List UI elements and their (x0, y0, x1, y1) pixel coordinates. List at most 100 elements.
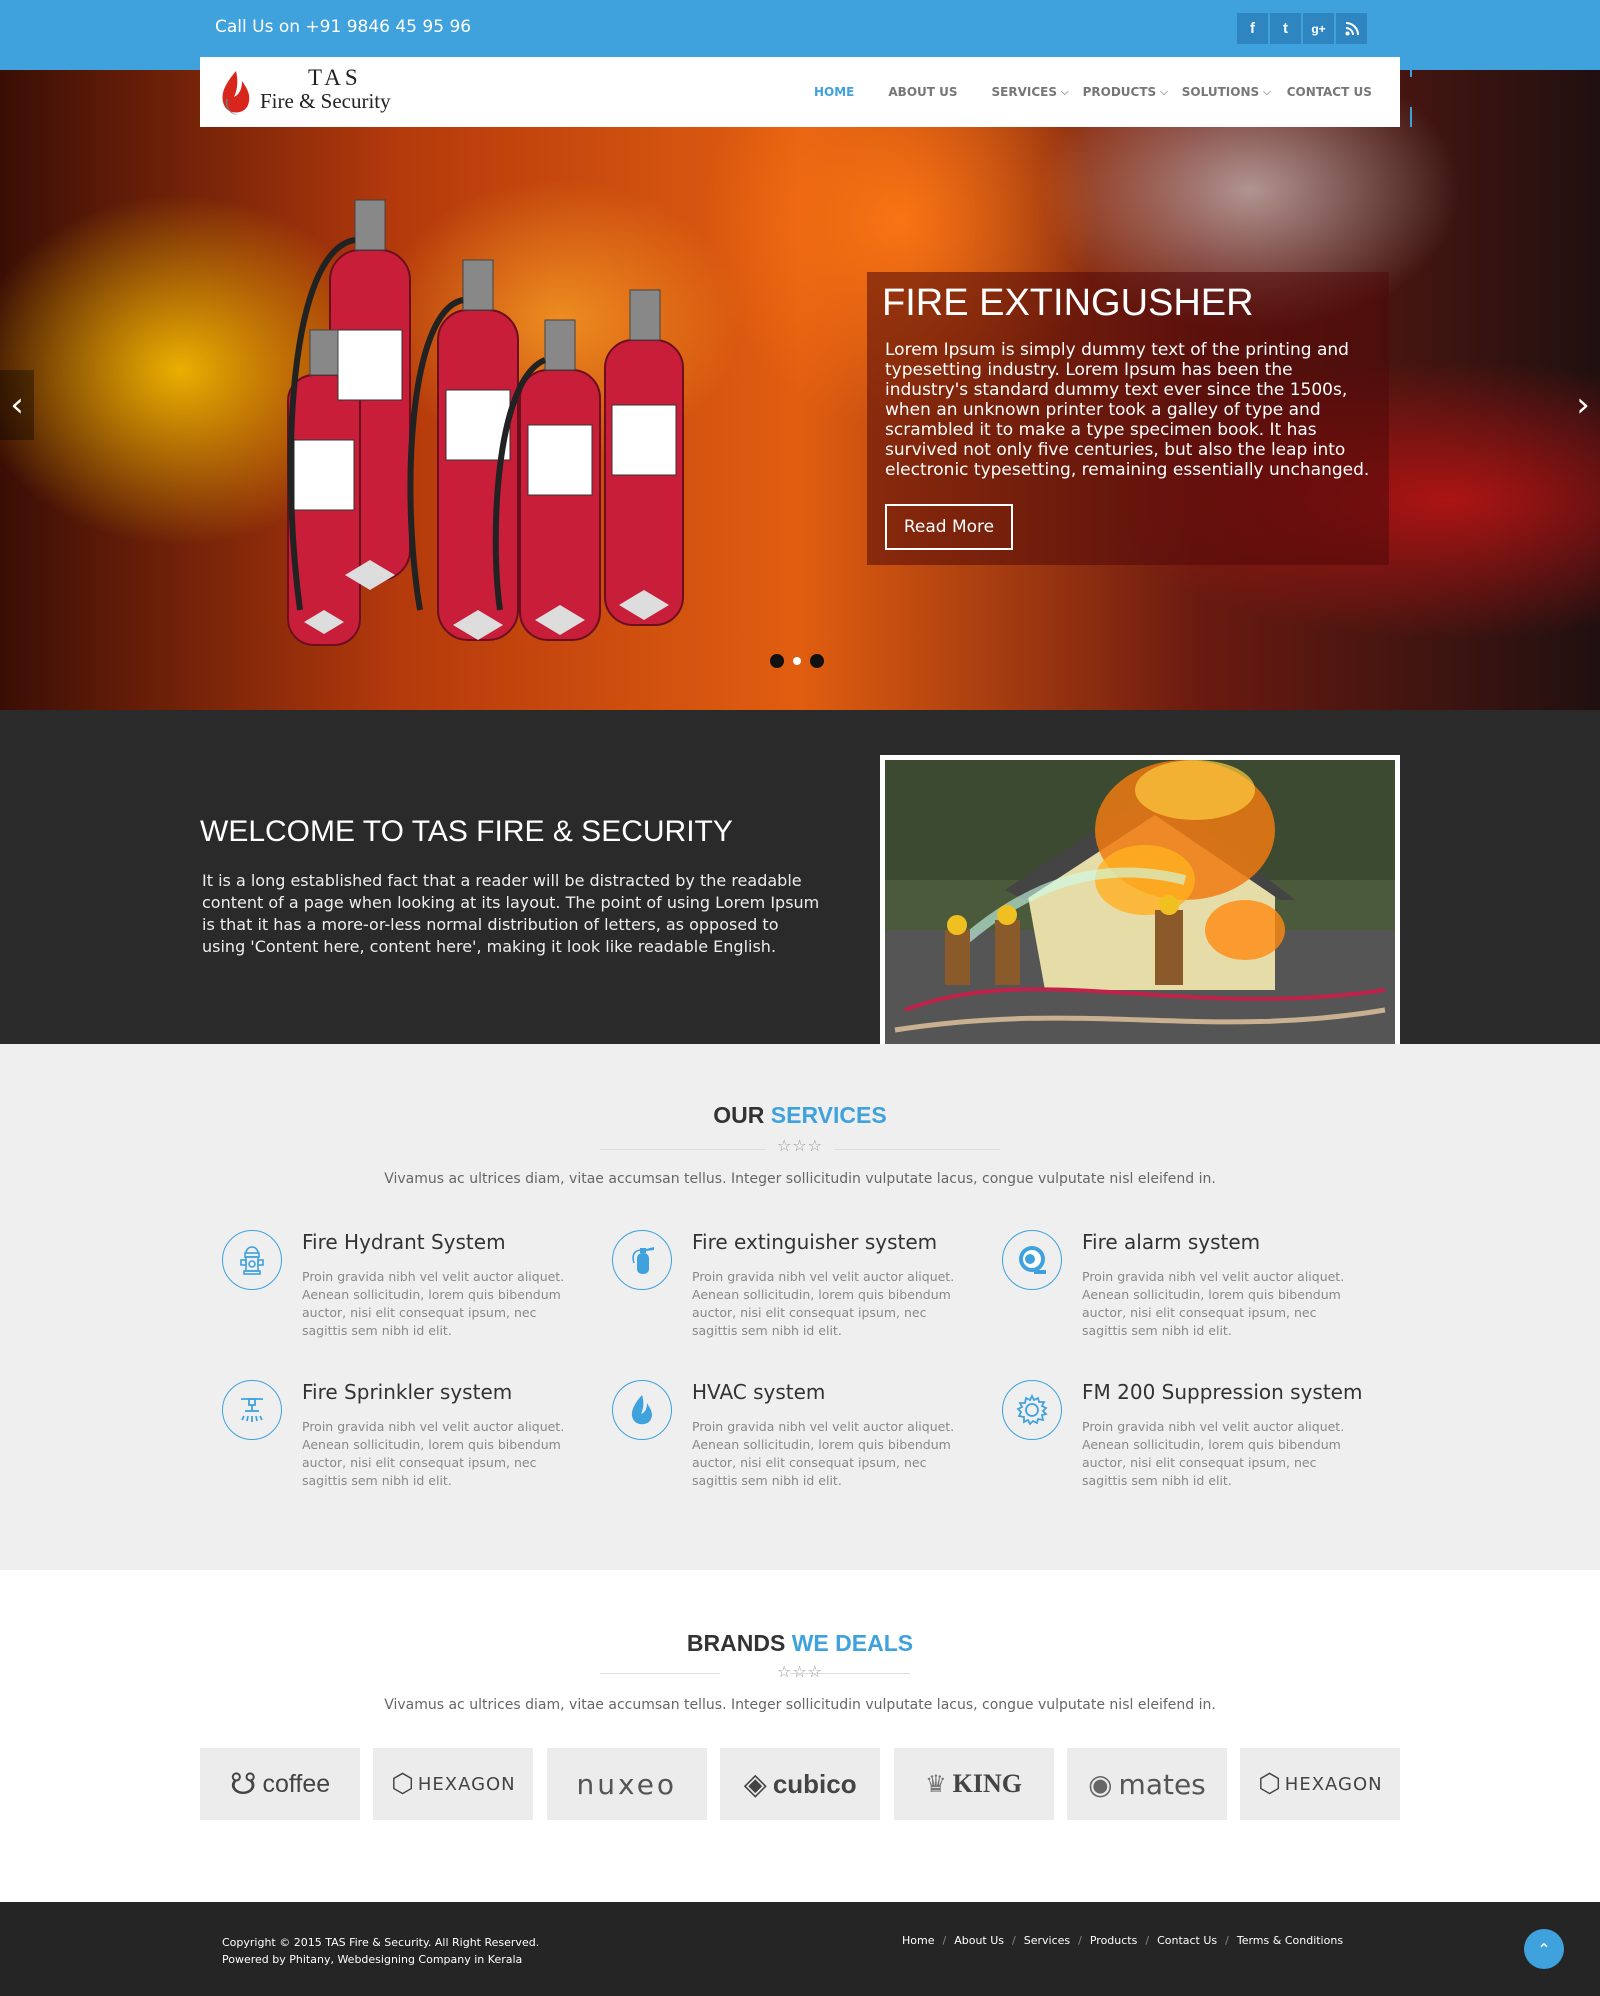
footer: Copyright © 2015 TAS Fire & Security. Al… (0, 1902, 1600, 1996)
slider-dot-active[interactable] (793, 657, 801, 665)
service-text: Proin gravida nibh vel velit auctor aliq… (692, 1419, 955, 1488)
nav-label: PRODUCTS (1082, 85, 1157, 99)
social-links: f t g+ (1237, 13, 1369, 44)
nav-home[interactable]: HOME (814, 85, 854, 99)
user-circle-icon: ◉ (1088, 1767, 1113, 1801)
nav-label: HOME (814, 85, 855, 99)
brand-logo-mates[interactable]: ◉ mates (1066, 1748, 1227, 1820)
read-more-button[interactable]: Read More (885, 504, 1013, 550)
google-plus-icon[interactable]: g+ (1303, 13, 1334, 44)
footer-link-home[interactable]: Home (902, 1934, 934, 1947)
sprinkler-icon (222, 1380, 282, 1440)
fire-extinguishers-image (287, 199, 684, 646)
brands-title-b: WE DEALS (791, 1630, 914, 1656)
logo[interactable]: TAS Fire & Security (216, 65, 416, 121)
chevron-down-icon: ⌵ (1263, 86, 1271, 98)
slider-dot[interactable] (770, 654, 784, 668)
service-title: Fire extinguisher system (692, 1230, 938, 1254)
stars-icon: ☆☆☆ (776, 1136, 824, 1155)
main-nav: HOME ABOUT US SERVICES ⌵ PRODUCTS ⌵ SOLUTI… (780, 57, 1412, 127)
brand-logo-hexagon-2[interactable]: ⬡ HEXAGON (1240, 1748, 1401, 1820)
brand-name: mates (1118, 1767, 1206, 1801)
facebook-icon[interactable]: f (1237, 13, 1268, 44)
brand-name: HEXAGON (1284, 1773, 1383, 1795)
service-item[interactable]: Fire extinguisher system Proin gravida n… (612, 1230, 1002, 1360)
nav-products[interactable]: PRODUCTS ⌵ (1083, 85, 1168, 99)
rss-icon[interactable] (1336, 13, 1367, 44)
footer-links: Home / About Us / Services / Products / Cont… (902, 1934, 1343, 1947)
service-item[interactable]: HVAC system Proin gravida nibh vel velit… (612, 1380, 1002, 1510)
powered-by-link[interactable]: Powered by Phitany, Webdesigning Company… (222, 1951, 539, 1968)
service-text: Proin gravida nibh vel velit auctor aliq… (1082, 1419, 1345, 1488)
phone-number: Call Us on +91 9846 45 95 96 (215, 17, 472, 37)
nav-services[interactable]: SERVICES ⌵ (992, 85, 1069, 99)
slide-caption: FIRE EXTINGUSHER Lorem Ipsum is simply d… (867, 272, 1389, 565)
brands-title: BRANDS WE DEALS (0, 1630, 1600, 1657)
nav-label: CONTACT US (1286, 85, 1372, 99)
separator: / (942, 1934, 947, 1947)
service-title: Fire Sprinkler system (302, 1380, 513, 1404)
slider-dot[interactable] (810, 654, 824, 668)
footer-link-about[interactable]: About Us (954, 1934, 1004, 1947)
brand-logo-coffee[interactable]: ☋ coffee (200, 1748, 360, 1820)
service-item[interactable]: Fire alarm system Proin gravida nibh vel… (1002, 1230, 1392, 1360)
brand-logo-cubico[interactable]: ◈ cubico (720, 1748, 881, 1820)
twitter-icon[interactable]: t (1270, 13, 1301, 44)
logo-title: TAS (308, 65, 362, 90)
hexagon-icon: ⬡ (391, 1769, 414, 1799)
service-text: Proin gravida nibh vel velit auctor aliq… (302, 1419, 565, 1488)
footer-link-terms[interactable]: Terms & Conditions (1237, 1934, 1343, 1947)
welcome-title: WELCOME TO TAS FIRE & SECURITY (200, 815, 733, 848)
footer-link-products[interactable]: Products (1090, 1934, 1138, 1947)
nav-contact-us[interactable]: CONTACT US (1287, 85, 1372, 99)
brand-logo-nuxeo[interactable]: nuxeo (546, 1748, 707, 1820)
cup-icon: ☋ (229, 1766, 257, 1802)
services-title: OUR SERVICES (0, 1102, 1600, 1129)
slider-next-button[interactable]: › (1566, 370, 1600, 440)
footer-link-contact[interactable]: Contact Us (1157, 1934, 1217, 1947)
flame-logo-icon (222, 71, 250, 115)
service-title: Fire Hydrant System (302, 1230, 506, 1254)
service-item[interactable]: Fire Sprinkler system Proin gravida nibh… (222, 1380, 612, 1510)
brands-section: BRANDS WE DEALS ☆☆☆ Vivamus ac ultrices … (0, 1570, 1600, 1902)
copyright-text: Copyright © 2015 TAS Fire & Security. Al… (222, 1936, 540, 1949)
brand-name: HEXAGON (417, 1773, 516, 1795)
brands-subtitle: Vivamus ac ultrices diam, vitae accumsan… (384, 1697, 1216, 1713)
logo-subtitle: Fire & Security (260, 89, 391, 113)
brand-name: nuxeo (576, 1767, 678, 1801)
cube-icon: ◈ (743, 1766, 767, 1802)
welcome-section: WELCOME TO TAS FIRE & SECURITY It is a l… (0, 710, 1600, 1045)
slider-dots (770, 654, 833, 668)
brand-name: KING (952, 1769, 1022, 1798)
chevron-down-icon: ⌵ (1061, 86, 1069, 98)
footer-link-services[interactable]: Services (1024, 1934, 1070, 1947)
slider-prev-button[interactable]: ‹ (0, 370, 34, 440)
hexagon-icon: ⬡ (1258, 1769, 1281, 1799)
firefighters-image (885, 760, 1395, 1044)
services-title-a: OUR (713, 1102, 765, 1128)
hero-slider: ‹ › FIRE EXTINGUSHER Lorem Ipsum is simp… (0, 70, 1600, 710)
brand-logo-hexagon[interactable]: ⬡ HEXAGON (373, 1748, 534, 1820)
fire-hydrant-icon (222, 1230, 282, 1290)
stars-icon: ☆☆☆ (776, 1662, 824, 1681)
separator: / (1012, 1934, 1016, 1947)
footer-copyright: Copyright © 2015 TAS Fire & Security. Al… (222, 1934, 539, 1968)
separator: / (1145, 1934, 1150, 1947)
service-item[interactable]: FM 200 Suppression system Proin gravida … (1002, 1380, 1392, 1510)
nav-label: SOLUTIONS (1181, 85, 1260, 99)
services-subtitle: Vivamus ac ultrices diam, vitae accumsan… (384, 1171, 1216, 1187)
scroll-to-top-button[interactable]: ⌃ (1524, 1929, 1564, 1969)
separator: / (1225, 1934, 1229, 1947)
services-section: OUR SERVICES ☆☆☆ Vivamus ac ultrices dia… (0, 1044, 1600, 1570)
brand-logos: ☋ coffee ⬡ HEXAGON nuxeo ◈ cubico ♛ KING ◉ ma… (200, 1748, 1401, 1820)
nav-solutions[interactable]: SOLUTIONS ⌵ (1182, 85, 1271, 99)
brands-title-a: BRANDS (686, 1630, 786, 1656)
welcome-text: It is a long established fact that a rea… (202, 871, 820, 956)
service-text: Proin gravida nibh vel velit auctor aliq… (1082, 1269, 1345, 1338)
nav-about-us[interactable]: ABOUT US (888, 85, 957, 99)
chevron-down-icon: ⌵ (1160, 86, 1168, 98)
service-text: Proin gravida nibh vel velit auctor aliq… (692, 1269, 955, 1338)
brand-logo-king[interactable]: ♛ KING (893, 1748, 1054, 1820)
service-item[interactable]: Fire Hydrant System Proin gravida nibh v… (222, 1230, 612, 1360)
separator: / (1078, 1934, 1082, 1947)
